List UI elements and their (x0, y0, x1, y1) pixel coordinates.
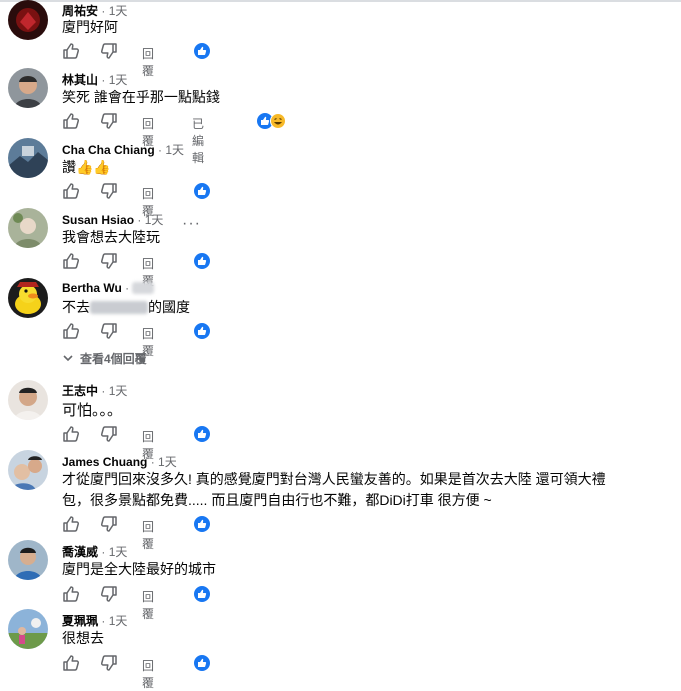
timestamp[interactable]: 1天 (109, 384, 128, 398)
comment-text-line-2: 包，很多景點都免費..... 而且廈門自由行也不難，都DiDi打車 很方便 ~ (62, 492, 492, 508)
thumbs-up-outline-icon[interactable] (62, 252, 80, 270)
comment-text: 才從廈門回來沒多久! 真的感覺廈門對台灣人民蠻友善的。如果是首次去大陸 還可領大… (62, 471, 606, 487)
thumbs-down-outline-icon[interactable] (100, 585, 118, 603)
avatar[interactable] (8, 0, 48, 40)
timestamp[interactable]: 1天 (109, 614, 128, 628)
thumbs-down-outline-icon[interactable] (100, 515, 118, 533)
separator: · (101, 545, 106, 559)
timestamp[interactable]: 1天 (109, 4, 128, 18)
author-name[interactable]: Susan Hsiao (62, 213, 134, 227)
like-reaction-icon[interactable] (194, 426, 210, 442)
comment-text: 不去 的國度 (62, 297, 190, 317)
like-reaction-icon[interactable] (194, 586, 210, 602)
timestamp[interactable]: 1天 (165, 143, 184, 157)
thumbs-down-outline-icon[interactable] (100, 252, 118, 270)
separator: · (150, 455, 155, 469)
separator: · (125, 281, 130, 295)
timestamp[interactable]: 1天 (109, 73, 128, 87)
timestamp[interactable]: 1天 (145, 213, 164, 227)
comment-header: 喬漢威 · 1天 (62, 543, 127, 560)
avatar[interactable] (8, 540, 48, 580)
avatar[interactable] (8, 609, 48, 649)
separator: · (137, 213, 142, 227)
like-reaction-icon[interactable] (194, 516, 210, 532)
thumbs-down-outline-icon[interactable] (100, 425, 118, 443)
thumbs-down-outline-icon[interactable] (100, 182, 118, 200)
like-reaction-icon[interactable] (194, 323, 210, 339)
thumbs-up-outline-icon[interactable] (62, 182, 80, 200)
thumbs-up-outline-icon[interactable] (62, 425, 80, 443)
comment-text-end: 的國度 (148, 299, 190, 315)
avatar[interactable] (8, 278, 48, 318)
author-name[interactable]: 王志中 (62, 384, 98, 398)
timestamp[interactable]: 1天 (158, 455, 177, 469)
thumbs-up-outline-icon[interactable] (62, 515, 80, 533)
comment-text: 笑死 誰會在乎那一點點錢 (62, 89, 220, 105)
author-name[interactable]: 周祐安 (62, 4, 98, 18)
separator: · (158, 143, 163, 157)
thumbs-down-outline-icon[interactable] (100, 654, 118, 672)
comment-text: 我會想去大陸玩 (62, 229, 160, 245)
comment-text: 廈門好阿 (62, 19, 118, 35)
more-options-button[interactable]: ··· (182, 215, 201, 233)
avatar[interactable] (8, 380, 48, 420)
author-name[interactable]: 夏珮珮 (62, 614, 98, 628)
reply-button[interactable]: 回覆 (142, 45, 154, 79)
author-name[interactable]: James Chuang (62, 455, 147, 469)
comment-header: Cha Cha Chiang · 1天 (62, 141, 184, 158)
like-reaction-icon[interactable] (194, 183, 210, 199)
author-name[interactable]: 林其山 (62, 73, 98, 87)
comment-text: 很想去 (62, 630, 104, 646)
timestamp[interactable]: 1天 (109, 545, 128, 559)
thumbs-up-outline-icon[interactable] (62, 585, 80, 603)
like-reaction-icon[interactable] (194, 43, 210, 59)
avatar[interactable] (8, 208, 48, 248)
comment-text: 讚👍👍 (62, 159, 111, 175)
comment-text: 廈門是全大陸最好的城市 (62, 561, 216, 577)
like-reaction-icon[interactable] (194, 655, 210, 671)
thumbs-down-outline-icon[interactable] (100, 322, 118, 340)
avatar[interactable] (8, 450, 48, 490)
author-name[interactable]: 喬漢威 (62, 545, 98, 559)
timestamp[interactable] (132, 282, 155, 294)
separator: · (101, 73, 106, 87)
thumbs-down-outline-icon[interactable] (100, 42, 118, 60)
view-replies-label: 查看4個回覆 (80, 352, 147, 366)
avatar[interactable] (8, 68, 48, 108)
view-replies-link[interactable]: 查看4個回覆 (62, 350, 147, 367)
comment-header: Bertha Wu · (62, 281, 155, 295)
comment-header: James Chuang · 1天 (62, 453, 177, 470)
chevron-down-icon (63, 355, 73, 362)
comment-header: 夏珮珮 · 1天 (62, 612, 127, 629)
thumbs-up-outline-icon[interactable] (62, 322, 80, 340)
edited-label[interactable]: 已編輯 (192, 115, 204, 166)
like-reaction-icon[interactable] (194, 253, 210, 269)
reply-button[interactable]: 回覆 (142, 518, 154, 552)
thumbs-up-outline-icon[interactable] (62, 112, 80, 130)
reply-button[interactable]: 回覆 (142, 657, 154, 691)
thumbs-up-outline-icon[interactable] (62, 654, 80, 672)
comment-header: 王志中 · 1天 (62, 382, 127, 399)
comment-text: 可怕。。。 (62, 402, 123, 419)
author-name[interactable]: Cha Cha Chiang (62, 143, 155, 157)
reply-button[interactable]: 回覆 (142, 588, 154, 622)
separator: · (101, 384, 106, 398)
haha-reaction-icon[interactable] (270, 113, 286, 129)
comment-header: 林其山 · 1天 (62, 71, 127, 88)
comment-header: Susan Hsiao · 1天 (62, 211, 163, 228)
author-name[interactable]: Bertha Wu (62, 281, 122, 295)
separator: · (101, 4, 106, 18)
avatar[interactable] (8, 138, 48, 178)
redacted-text (90, 301, 148, 314)
thumbs-up-outline-icon[interactable] (62, 42, 80, 60)
comment-text-start: 不去 (62, 299, 90, 315)
thumbs-down-outline-icon[interactable] (100, 112, 118, 130)
separator: · (101, 614, 106, 628)
